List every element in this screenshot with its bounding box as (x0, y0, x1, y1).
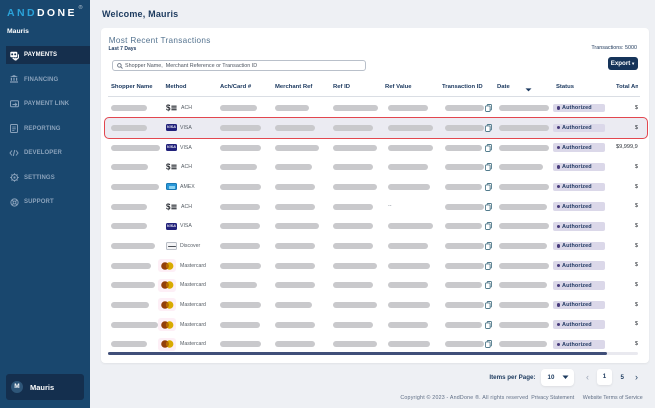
svg-text:$: $ (166, 163, 171, 171)
svg-text:$: $ (166, 203, 171, 211)
svg-text:$: $ (166, 104, 171, 112)
